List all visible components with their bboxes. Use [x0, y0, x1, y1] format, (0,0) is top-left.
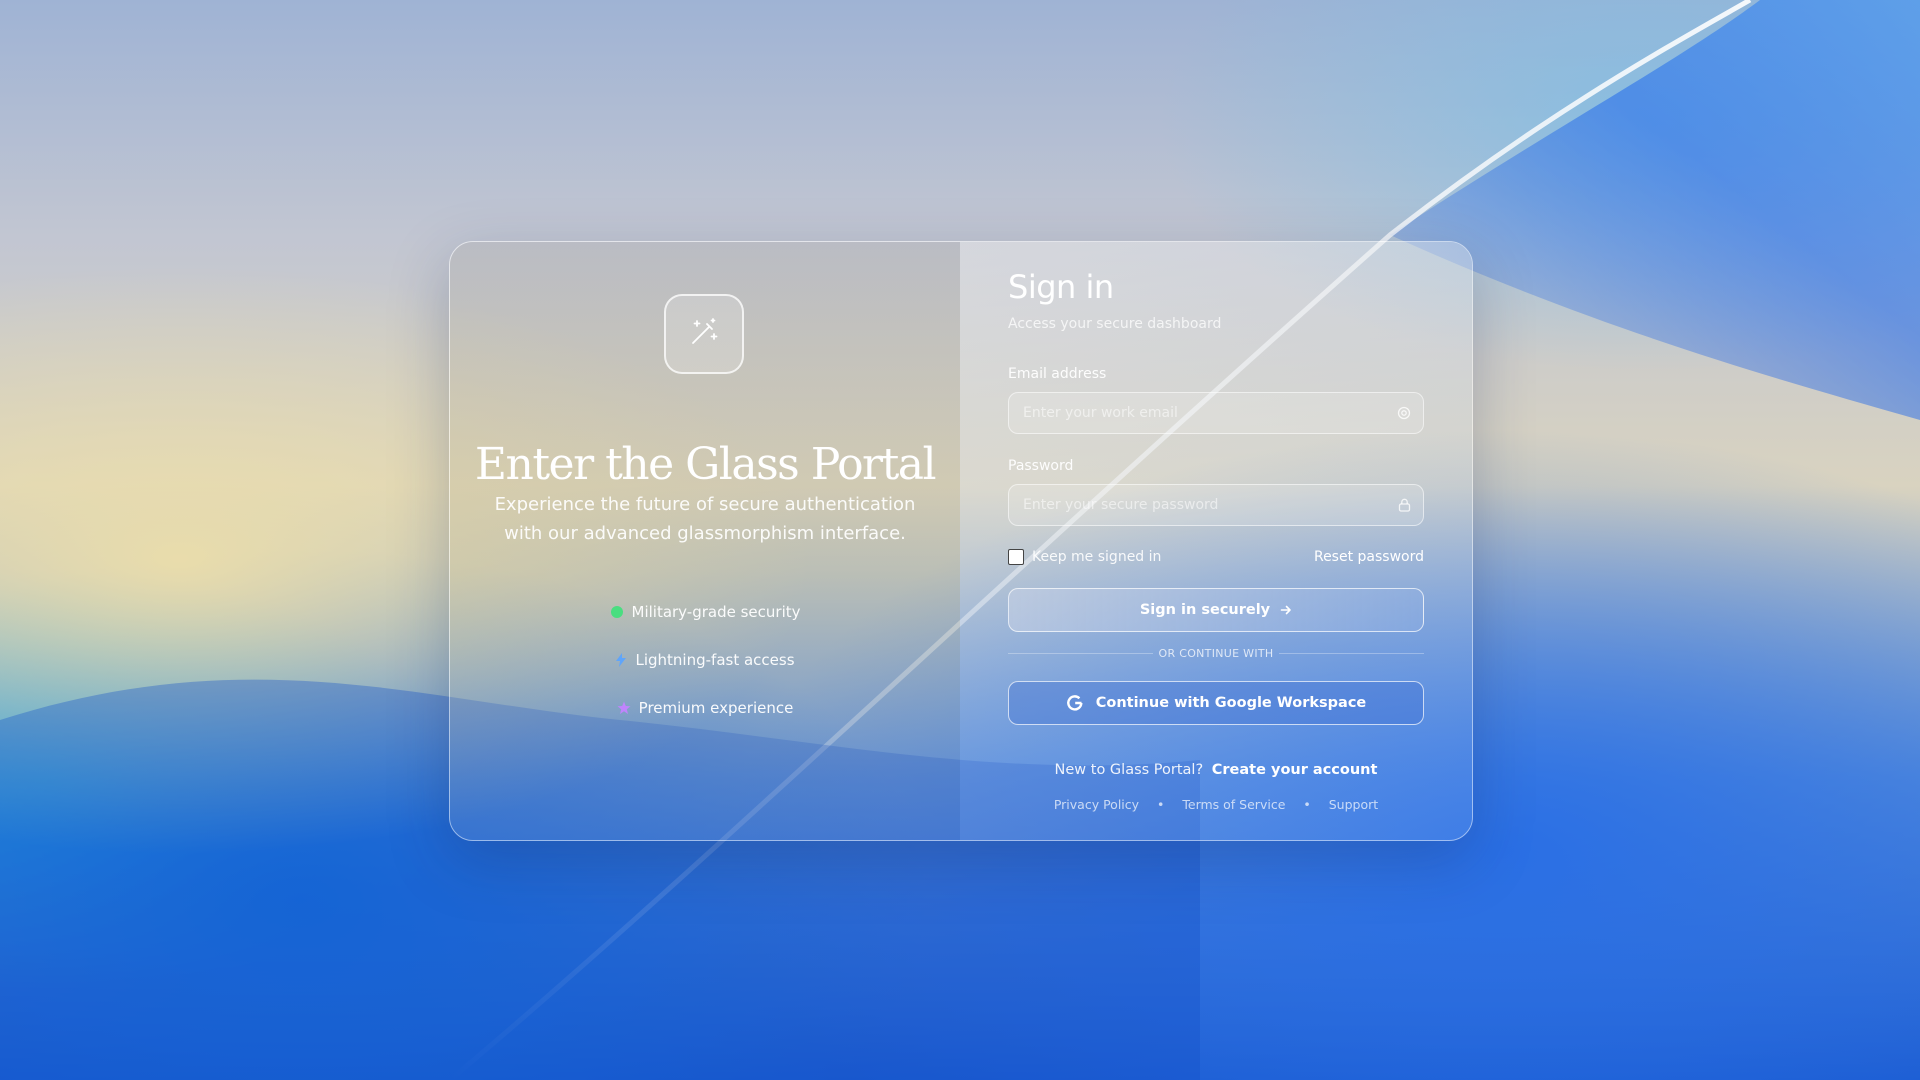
sign-in-subheading: Access your secure dashboard [1008, 316, 1222, 332]
or-divider: OR CONTINUE WITH [1008, 647, 1424, 660]
divider-label: OR CONTINUE WITH [1158, 647, 1274, 660]
email-field-wrapper [1008, 392, 1424, 434]
feature-item-premium: Premium experience [450, 684, 960, 732]
feature-item-speed: Lightning-fast access [450, 636, 960, 684]
remember-checkbox[interactable] [1008, 549, 1024, 565]
password-field-wrapper [1008, 484, 1424, 526]
signup-prompt: New to Glass Portal? Create your account [1008, 762, 1424, 778]
reset-password-link[interactable]: Reset password [1314, 549, 1424, 565]
star-icon [617, 701, 631, 715]
sign-in-panel: Sign in Access your secure dashboard Ema… [960, 242, 1472, 840]
at-sign-icon [1393, 406, 1415, 420]
hero-panel: Enter the Glass Portal Experience the fu… [450, 242, 960, 840]
remember-label: Keep me signed in [1032, 549, 1162, 565]
google-icon [1066, 694, 1084, 712]
signup-prompt-text: New to Glass Portal? [1054, 762, 1204, 778]
support-link[interactable]: Support [1329, 797, 1378, 812]
arrow-right-icon [1280, 604, 1292, 616]
remember-row: Keep me signed in Reset password [1008, 549, 1424, 565]
sign-in-heading: Sign in [1008, 268, 1114, 306]
feature-label: Lightning-fast access [635, 651, 795, 669]
password-field[interactable] [1009, 497, 1393, 513]
footer-links: Privacy Policy • Terms of Service • Supp… [1008, 797, 1424, 812]
shield-icon [610, 605, 624, 619]
remember-me[interactable]: Keep me signed in [1008, 549, 1161, 565]
google-sign-in-button[interactable]: Continue with Google Workspace [1008, 681, 1424, 725]
hero-subtitle: Experience the future of secure authenti… [494, 494, 916, 544]
google-button-label: Continue with Google Workspace [1095, 695, 1367, 711]
hero-title: Enter the Glass Portal [474, 439, 937, 491]
terms-of-service-link[interactable]: Terms of Service [1182, 797, 1285, 812]
separator: • [1303, 797, 1311, 812]
separator: • [1157, 797, 1165, 812]
login-card: Enter the Glass Portal Experience the fu… [449, 241, 1473, 841]
feature-label: Military-grade security [631, 603, 801, 621]
feature-item-security: Military-grade security [450, 588, 960, 636]
lightning-icon [615, 653, 627, 667]
privacy-policy-link[interactable]: Privacy Policy [1054, 797, 1139, 812]
lock-icon [1393, 498, 1415, 512]
email-field[interactable] [1009, 405, 1393, 421]
feature-label: Premium experience [638, 699, 794, 717]
email-label: Email address [1008, 366, 1107, 382]
sign-in-button[interactable]: Sign in securely [1008, 588, 1424, 632]
sign-in-button-label: Sign in securely [1139, 602, 1271, 618]
password-label: Password [1008, 458, 1074, 474]
create-account-link[interactable]: Create your account [1212, 762, 1378, 778]
logo [664, 294, 744, 374]
feature-list: Military-grade security Lightning-fast a… [450, 588, 960, 732]
magic-wand-icon [687, 315, 721, 353]
